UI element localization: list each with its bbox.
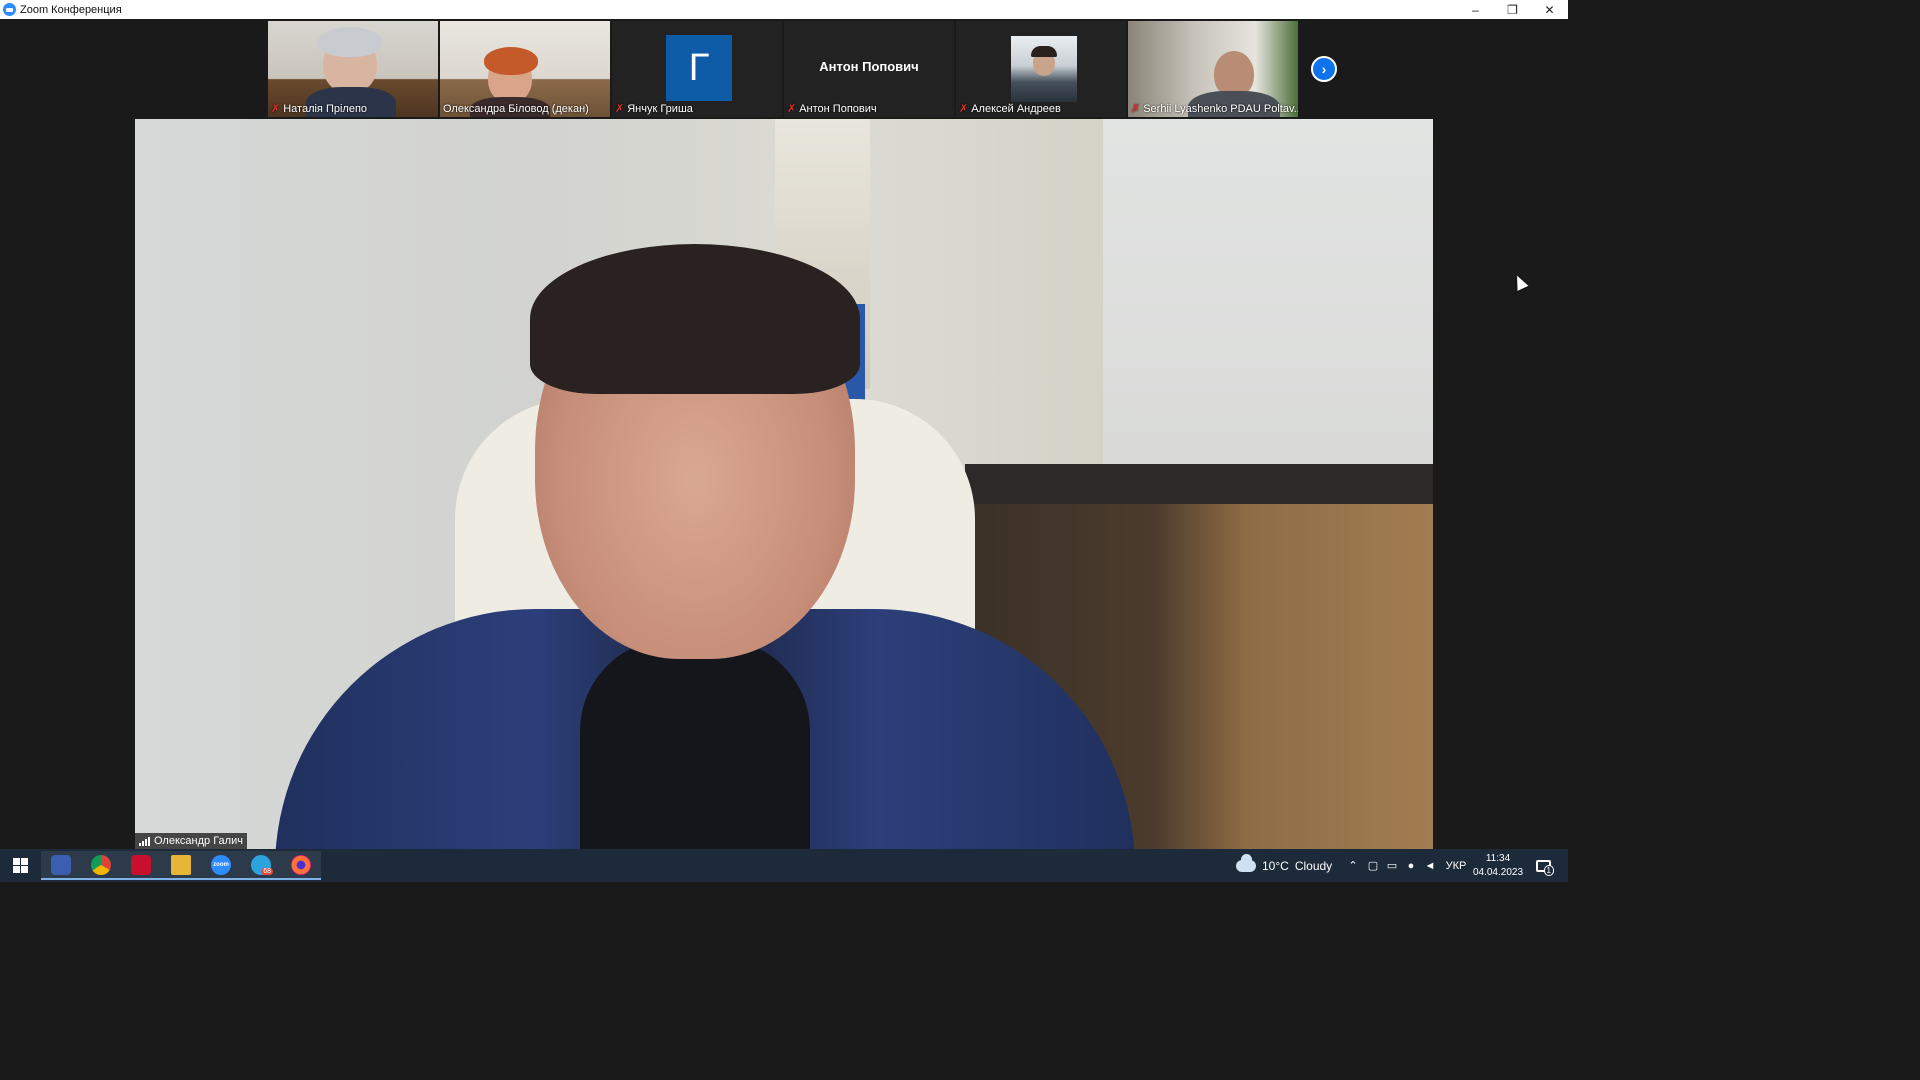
firefox-icon <box>291 854 311 875</box>
chevron-up-icon: ⌃ <box>1348 860 1358 872</box>
participant-name-tag: ✗ Янчук Гриша <box>615 102 693 116</box>
start-button[interactable] <box>0 851 40 880</box>
participant-tile[interactable]: ✗ Serhii Lyashenko PDAU Poltav... <box>1128 21 1298 117</box>
video-background-desk <box>965 464 1433 504</box>
weather-temp: 10°C <box>1262 858 1289 873</box>
weather-condition: Cloudy <box>1294 858 1333 873</box>
participant-tile[interactable]: ✗ Алексей Андреев <box>956 21 1126 117</box>
active-speaker-video <box>135 119 1433 849</box>
close-button[interactable]: ✕ <box>1531 0 1568 19</box>
taskbar-app-acrobat[interactable] <box>121 851 161 880</box>
show-hidden-icons-button[interactable]: ⌃ <box>1344 849 1362 882</box>
tray-network-icon[interactable]: ▭ <box>1383 849 1401 882</box>
speaker-shirt <box>580 639 810 849</box>
video-background-wall <box>1103 119 1433 479</box>
microphone-icon: ● <box>1407 859 1415 872</box>
active-speaker-name-tag: Олександр Галич <box>135 833 247 849</box>
title-bar: Zoom Конференция – ❐ ✕ <box>0 0 1568 19</box>
weather-widget[interactable]: 10°C Cloudy <box>1236 849 1332 882</box>
taskbar-clock[interactable]: 11:34 04.04.2023 <box>1473 849 1523 882</box>
notification-count: 1 <box>1543 864 1554 876</box>
unread-badge: 68 <box>261 868 273 875</box>
participant-tile[interactable]: Антон Попович ✗ Антон Попович <box>784 21 954 117</box>
participant-hair <box>318 27 382 57</box>
clock-date: 04.04.2023 <box>1472 866 1524 878</box>
mic-muted-icon: ✗ <box>271 103 281 115</box>
participant-display-name: Антон Попович <box>819 59 919 74</box>
participant-tile[interactable]: Г ✗ Янчук Гриша <box>612 21 782 117</box>
participant-name-tag: ✗ Serhii Lyashenko PDAU Poltav... <box>1131 102 1298 116</box>
clock-time: 11:34 <box>1485 852 1511 864</box>
language-indicator[interactable]: УКР <box>1442 849 1470 882</box>
folder-icon <box>171 854 191 875</box>
participant-gallery: ✗ Наталія Прілепо Олександра Біловод (де… <box>0 19 1568 119</box>
chrome-icon <box>91 854 111 875</box>
zoom-icon: zoom <box>211 854 231 875</box>
participant-name-tag: ✗ Антон Попович <box>787 102 877 116</box>
next-page-button[interactable]: › <box>1311 56 1337 82</box>
taskbar: zoom 68 <box>0 849 1568 882</box>
zoom-app-icon <box>3 3 16 16</box>
mic-muted-icon: ✗ <box>787 103 797 115</box>
participant-hair <box>484 47 538 75</box>
taskbar-app-zoom[interactable]: zoom <box>201 851 241 880</box>
taskbar-app-chrome[interactable] <box>81 851 121 880</box>
tray-volume-icon[interactable]: ◄ <box>1421 849 1439 882</box>
windows-logo-icon <box>12 858 28 873</box>
taskbar-app-firefox[interactable] <box>281 851 321 880</box>
pdf-icon <box>131 854 151 875</box>
tray-mic-icon[interactable]: ● <box>1402 849 1420 882</box>
speaker-hair <box>530 244 860 394</box>
mic-muted-icon: ✗ <box>959 103 969 115</box>
participant-tile[interactable]: ✗ Наталія Прілепо <box>268 21 438 117</box>
mouse-cursor-icon <box>1511 273 1529 291</box>
minimize-button[interactable]: – <box>1457 0 1494 19</box>
chevron-right-icon: › <box>1321 61 1327 77</box>
camera-icon: ▢ <box>1367 860 1379 872</box>
tray-meet-icon[interactable]: ▢ <box>1364 849 1382 882</box>
participant-name-tag: Олександра Біловод (декан) <box>443 103 589 115</box>
floppy-icon <box>51 854 71 875</box>
mic-muted-icon: ✗ <box>1131 103 1141 115</box>
mic-muted-icon: ✗ <box>615 103 625 115</box>
window-title: Zoom Конференция <box>20 3 122 16</box>
speaker-icon: ◄ <box>1424 859 1436 872</box>
participant-avatar: Г <box>666 35 732 101</box>
active-speaker-name: Олександр Галич <box>154 835 243 847</box>
taskbar-app-telegram[interactable]: 68 <box>241 851 281 880</box>
notification-icon: 1 <box>1536 859 1554 876</box>
taskbar-app-save[interactable] <box>41 851 81 880</box>
action-center-button[interactable]: 1 <box>1531 849 1556 882</box>
participant-photo <box>1011 36 1077 102</box>
network-icon: ▭ <box>1386 860 1398 872</box>
restore-button[interactable]: ❐ <box>1494 0 1531 19</box>
participant-tile[interactable]: Олександра Біловод (декан) <box>440 21 610 117</box>
participant-name-tag: ✗ Алексей Андреев <box>959 102 1061 116</box>
participant-name-tag: ✗ Наталія Прілепо <box>271 102 368 116</box>
taskbar-app-explorer[interactable] <box>161 851 201 880</box>
connection-signal-icon <box>139 836 150 846</box>
cloud-icon <box>1236 853 1256 872</box>
